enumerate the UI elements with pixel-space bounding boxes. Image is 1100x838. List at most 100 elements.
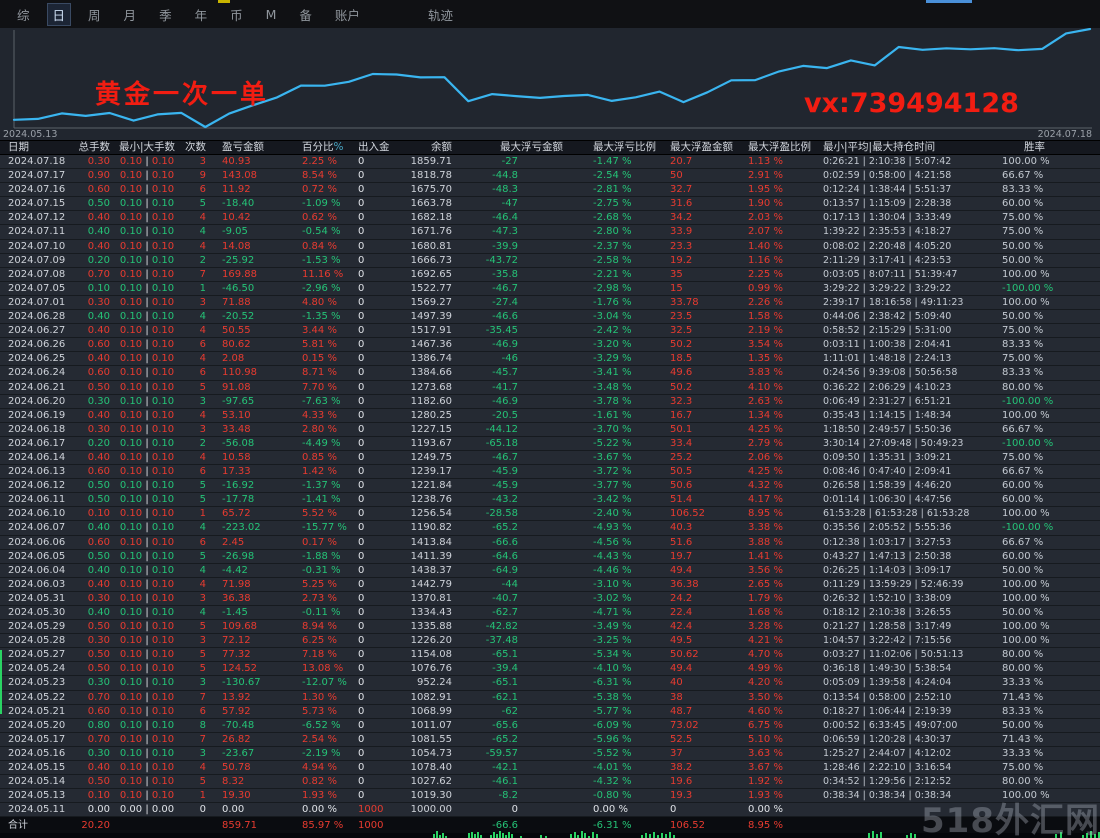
table-row-2024.07.10[interactable]: 2024.07.10 0.40 0.10 | 0.10 4 14.08 0.84 % 0 16… [0,240,1100,254]
menu-item-综[interactable]: 综 [11,3,36,26]
cell-col12: 0:13:57 | 1:15:09 | 2:28:38 [823,198,952,210]
menu-item-月[interactable]: 月 [118,3,143,26]
cell-col2: 0.10 | 0.10 [119,578,175,590]
table-row-2024.05.30[interactable]: 2024.05.30 0.40 0.10 | 0.10 4 -1.45 -0.11 % 0 1… [0,606,1100,621]
table-row-2024.06.25[interactable]: 2024.06.25 0.40 0.10 | 0.10 4 2.08 0.15 % 0 138… [0,352,1100,367]
table-row-2024.07.16[interactable]: 2024.07.16 0.60 0.10 | 0.10 6 11.92 0.72 % 0 16… [0,183,1100,198]
table-row-2024.05.28[interactable]: 2024.05.28 0.30 0.10 | 0.10 3 72.12 6.25 % 0 12… [0,634,1100,649]
cell-col5: 0.84 % [302,240,337,252]
table-row-2024.05.27[interactable]: 2024.05.27 0.50 0.10 | 0.10 5 77.32 7.18 % 0 11… [0,648,1100,663]
cell-col0: 2024.06.05 [8,550,66,562]
menu-item-年[interactable]: 年 [189,3,214,26]
cell-col7: 1078.40 [410,762,452,774]
table-row-2024.07.17[interactable]: 2024.07.17 0.90 0.10 | 0.10 9 143.08 8.54 % 0 1… [0,169,1100,184]
table-row-2024.06.07[interactable]: 2024.06.07 0.40 0.10 | 0.10 4 -223.02 -15.77 … [0,521,1100,536]
cell-col3: 7 [199,691,206,703]
menu-item-备[interactable]: 备 [293,3,318,26]
cell-col5: -1.37 % [302,480,341,492]
table-row-2024.05.21[interactable]: 2024.05.21 0.60 0.10 | 0.10 6 57.92 5.73 % 0 10… [0,705,1100,719]
table-row-2024.07.05[interactable]: 2024.07.05 0.10 0.10 | 0.10 1 -46.50 -2.96 % 0… [0,282,1100,296]
table-row-2024.06.12[interactable]: 2024.06.12 0.50 0.10 | 0.10 5 -16.92 -1.37 % 0… [0,479,1100,494]
table-row-2024.07.15[interactable]: 2024.07.15 0.50 0.10 | 0.10 5 -18.40 -1.09 % 0… [0,197,1100,212]
table-row-2024.06.17[interactable]: 2024.06.17 0.20 0.10 | 0.10 2 -56.08 -4.49 % 0… [0,437,1100,451]
table-row-2024.05.20[interactable]: 2024.05.20 0.80 0.10 | 0.10 8 -70.48 -6.52 % 0… [0,719,1100,733]
table-row-2024.05.17[interactable]: 2024.05.17 0.70 0.10 | 0.10 7 26.82 2.54 % 0 10… [0,733,1100,747]
table-row-2024.06.24[interactable]: 2024.06.24 0.60 0.10 | 0.10 6 110.98 8.71 % 0 1… [0,366,1100,381]
table-row-2024.05.22[interactable]: 2024.05.22 0.70 0.10 | 0.10 7 13.92 1.30 % 0 10… [0,691,1100,705]
menu-item-周[interactable]: 周 [82,3,107,26]
cell-col1: 0.50 [87,198,110,210]
cell-col1: 0.40 [87,353,110,365]
cell-col3: 9 [199,170,206,182]
table-row-2024.06.10[interactable]: 2024.06.10 0.10 0.10 | 0.10 1 65.72 5.52 % 0 12… [0,507,1100,522]
menu-item-trail[interactable]: 轨迹 [422,3,459,26]
table-row-2024.05.31[interactable]: 2024.05.31 0.30 0.10 | 0.10 3 36.38 2.73 % 0 13… [0,592,1100,606]
menu-item-币[interactable]: 币 [224,3,249,26]
cell-col2: 0.10 | 0.10 [119,184,175,196]
cell-col11: 3.88 % [748,536,783,548]
cell-col12: 0:26:25 | 1:14:03 | 3:09:17 [823,564,952,576]
table-row-2024.06.28[interactable]: 2024.06.28 0.40 0.10 | 0.10 4 -20.52 -1.35 % 0… [0,310,1100,325]
cell-col7: 1335.88 [410,621,452,633]
table-row-2024.06.18[interactable]: 2024.06.18 0.30 0.10 | 0.10 3 33.48 2.80 % 0 12… [0,423,1100,437]
table-row-2024.06.27[interactable]: 2024.06.27 0.40 0.10 | 0.10 4 50.55 3.44 % 0 15… [0,324,1100,339]
cell-col11: 1.93 % [748,790,783,802]
table-row-2024.06.05[interactable]: 2024.06.05 0.50 0.10 | 0.10 5 -26.98 -1.88 % 0… [0,550,1100,564]
table-row-2024.05.15[interactable]: 2024.05.15 0.40 0.10 | 0.10 4 50.78 4.94 % 0 10… [0,761,1100,776]
menu-item-M[interactable]: M [260,5,283,24]
cell-col7: 1666.73 [410,254,452,266]
cell-col1: 0.40 [87,409,110,421]
cell-col11: 4.25 % [748,466,783,478]
table-row-2024.07.08[interactable]: 2024.07.08 0.70 0.10 | 0.10 7 169.88 11.16 % 0… [0,268,1100,282]
table-row-2024.06.11[interactable]: 2024.06.11 0.50 0.10 | 0.10 5 -17.78 -1.41 % 0… [0,493,1100,508]
cell-col11: 3.54 % [748,339,783,351]
table-row-2024.06.06[interactable]: 2024.06.06 0.60 0.10 | 0.10 6 2.45 0.17 % 0 141… [0,536,1100,550]
cell-col2: 0.10 | 0.10 [119,170,175,182]
cell-col2: 0.10 | 0.10 [119,550,175,562]
table-row-2024.07.12[interactable]: 2024.07.12 0.40 0.10 | 0.10 4 10.42 0.62 % 0 16… [0,211,1100,226]
table-row-2024.05.14[interactable]: 2024.05.14 0.50 0.10 | 0.10 5 8.32 0.82 % 0 102… [0,775,1100,790]
table-row-2024.06.20[interactable]: 2024.06.20 0.30 0.10 | 0.10 3 -97.65 -7.63 % 0… [0,395,1100,409]
table-row-2024.06.21[interactable]: 2024.06.21 0.50 0.10 | 0.10 5 91.08 7.70 % 0 12… [0,381,1100,395]
table-row-2024.06.14[interactable]: 2024.06.14 0.40 0.10 | 0.10 4 10.58 0.85 % 0 12… [0,451,1100,466]
sparkline-bar [477,832,479,838]
cell-col8: -59.57 [485,747,518,759]
cell-col5: -2.19 % [302,747,341,759]
cell-col6: 0 [358,536,365,548]
cell-col7: 1238.76 [410,494,452,506]
cell-col4: -223.02 [222,522,261,534]
cell-col7: 1054.73 [410,747,452,759]
cell-col6: 0 [358,719,365,731]
table-row-2024.06.19[interactable]: 2024.06.19 0.40 0.10 | 0.10 4 53.10 4.33 % 0 12… [0,409,1100,423]
menu-item-账户[interactable]: 账户 [329,3,366,26]
table-row-2024.06.04[interactable]: 2024.06.04 0.40 0.10 | 0.10 4 -4.42 -0.31 % 0 1… [0,564,1100,578]
cell-col13: 50.00 % [1002,719,1044,731]
cell-col13: 100.00 % [1002,409,1050,421]
menu-item-季[interactable]: 季 [153,3,178,26]
cell-col9: -2.68 % [593,212,632,224]
cell-col2: 0.10 | 0.10 [119,395,175,407]
cell-col0: 2024.06.14 [8,451,66,463]
table-row-2024.07.01[interactable]: 2024.07.01 0.30 0.10 | 0.10 3 71.88 4.80 % 0 15… [0,296,1100,311]
table-row-2024.06.13[interactable]: 2024.06.13 0.60 0.10 | 0.10 6 17.33 1.42 % 0 12… [0,465,1100,480]
cell-col6: 0 [358,480,365,492]
table-row-2024.06.26[interactable]: 2024.06.26 0.60 0.10 | 0.10 6 80.62 5.81 % 0 14… [0,338,1100,353]
table-row-2024.07.09[interactable]: 2024.07.09 0.20 0.10 | 0.10 2 -25.92 -1.53 % 0… [0,254,1100,268]
cell-col4: 53.10 [222,409,251,421]
table-row-2024.07.11[interactable]: 2024.07.11 0.40 0.10 | 0.10 4 -9.05 -0.54 % 0 1… [0,225,1100,240]
table-row-2024.05.24[interactable]: 2024.05.24 0.50 0.10 | 0.10 5 124.52 13.08 % 0… [0,662,1100,677]
menu-item-日[interactable]: 日 [46,2,72,26]
table-row-2024.05.23[interactable]: 2024.05.23 0.30 0.10 | 0.10 3 -130.67 -12.07 … [0,676,1100,691]
cell-col5: 4.33 % [302,409,337,421]
cell-col2: 0.10 | 0.10 [119,367,175,379]
table-row-2024.06.03[interactable]: 2024.06.03 0.40 0.10 | 0.10 4 71.98 5.25 % 0 14… [0,578,1100,592]
cell-col5: -2.96 % [302,282,341,294]
cell-col0: 2024.06.03 [8,578,66,590]
table-row-2024.05.16[interactable]: 2024.05.16 0.30 0.10 | 0.10 3 -23.67 -2.19 % 0… [0,747,1100,762]
sparkline-bar [872,831,874,838]
table-row-2024.05.29[interactable]: 2024.05.29 0.50 0.10 | 0.10 5 109.68 8.94 % 0 1… [0,620,1100,635]
cell-col12: 0:12:38 | 1:03:17 | 3:27:53 [823,536,952,548]
cell-col8: -46.7 [492,451,518,463]
table-row-2024.07.18[interactable]: 2024.07.18 0.30 0.10 | 0.10 3 40.93 2.25 % 0 18… [0,155,1100,170]
cell-col11: 1.13 % [748,156,783,167]
